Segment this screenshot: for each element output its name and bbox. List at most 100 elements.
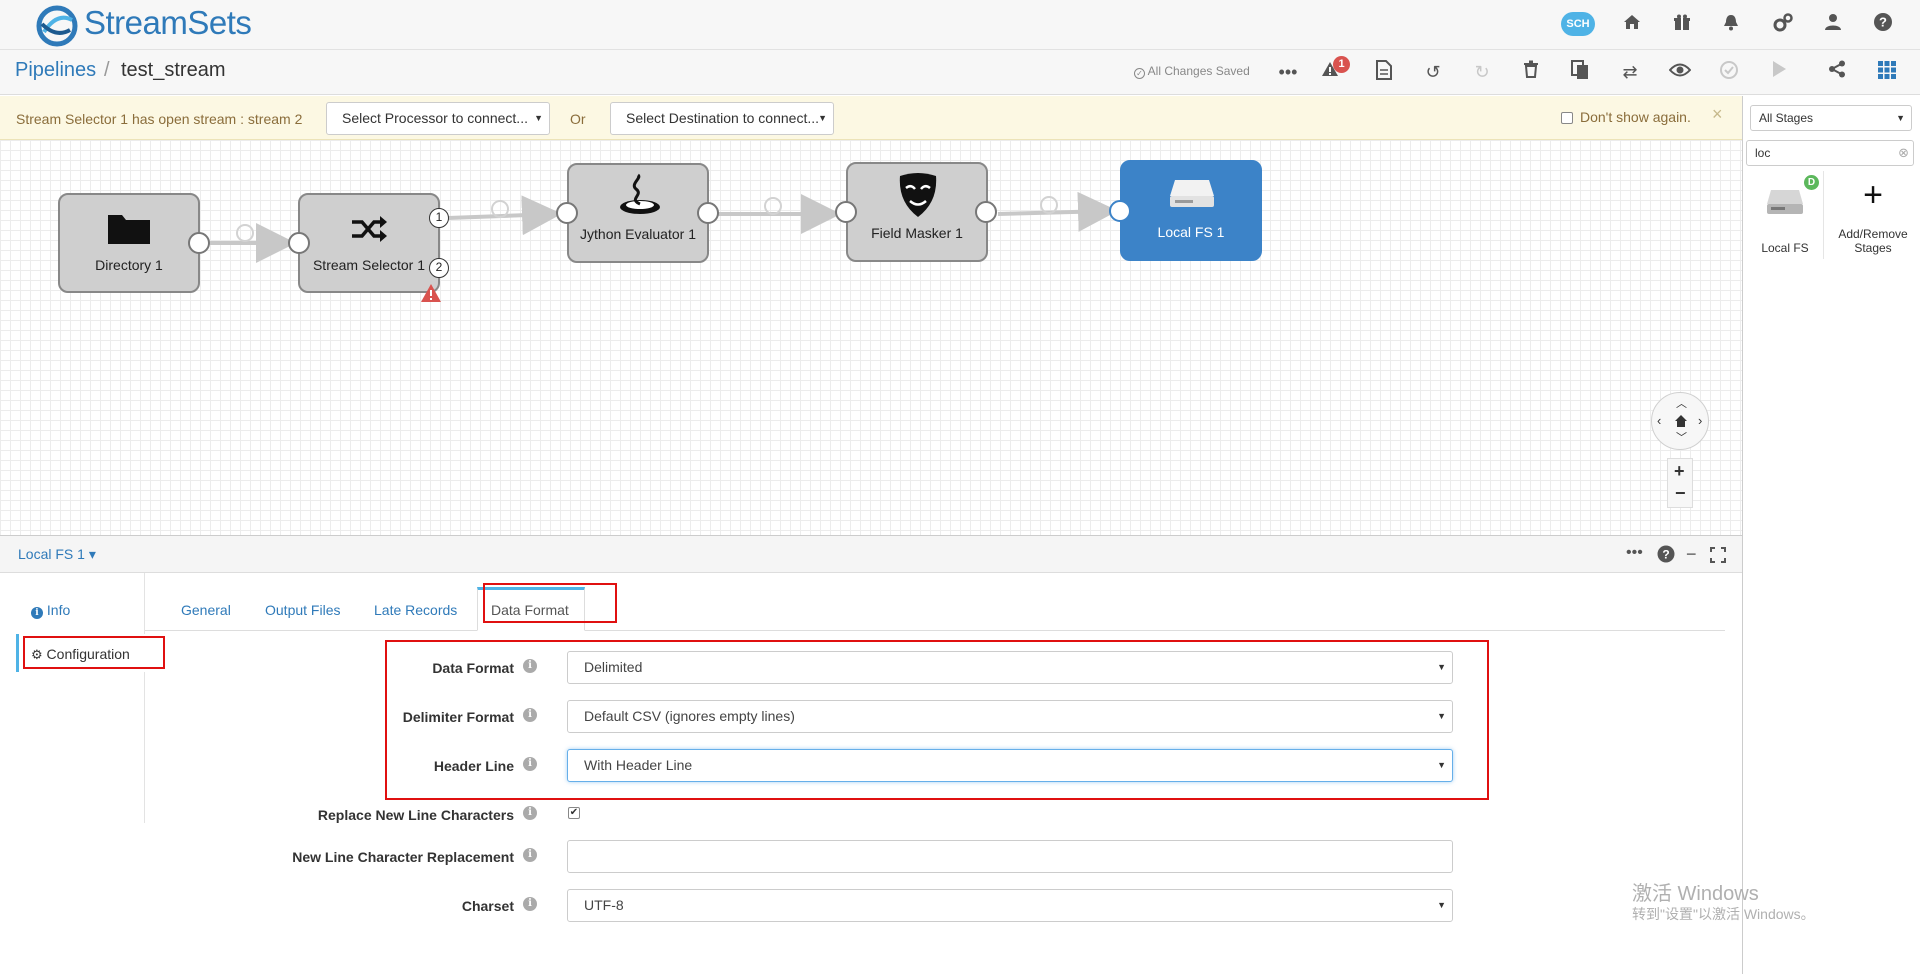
start-icon[interactable] <box>1767 60 1791 84</box>
pan-left-icon[interactable]: ‹ <box>1657 413 1661 428</box>
stage-filter-dropdown[interactable]: All Stages ▼ <box>1750 105 1912 131</box>
info-icon: i <box>31 607 43 619</box>
windows-activation-hint: 转到"设置"以激活 Windows。 <box>1632 906 1815 922</box>
output-port[interactable] <box>975 201 997 223</box>
info-icon[interactable]: i <box>523 897 537 911</box>
new-line-replacement-input[interactable] <box>567 840 1453 873</box>
stage-search-input[interactable]: loc ⊗ <box>1746 140 1914 166</box>
input-port[interactable] <box>1109 200 1131 222</box>
input-port[interactable] <box>835 201 857 223</box>
or-label: Or <box>570 111 586 127</box>
stage-label: Stream Selector 1 <box>312 257 426 273</box>
pan-right-icon[interactable]: › <box>1698 413 1702 428</box>
validate-icon[interactable] <box>1717 60 1741 84</box>
more-icon[interactable]: ••• <box>1276 60 1300 84</box>
output-port-2[interactable]: 2 <box>429 258 449 278</box>
stage-node-directory[interactable]: Directory 1 <box>58 193 200 293</box>
document-icon[interactable] <box>1372 60 1396 84</box>
gift-icon[interactable] <box>1669 12 1695 38</box>
shuffle-icon <box>352 216 387 242</box>
pan-up-icon[interactable]: ︿ <box>1676 395 1687 411</box>
output-port-1[interactable]: 1 <box>429 208 449 228</box>
info-icon[interactable]: i <box>523 848 537 862</box>
tab-general[interactable]: General <box>181 602 231 618</box>
help-icon[interactable]: ? <box>1870 12 1896 38</box>
share-icon[interactable] <box>1825 60 1849 84</box>
stage-label: Jython Evaluator 1 <box>580 226 696 242</box>
alert-count-badge[interactable]: 1 <box>1333 56 1350 73</box>
stage-config-header <box>0 535 1742 573</box>
zoom-control: + − <box>1667 458 1693 508</box>
redo-icon[interactable]: ↻ <box>1470 60 1494 84</box>
caret-down-icon: ▼ <box>1896 113 1905 123</box>
sch-cloud-icon[interactable]: SCH <box>1561 12 1595 36</box>
tab-output-files[interactable]: Output Files <box>265 602 340 618</box>
shuffle-icon[interactable]: ⇄ <box>1618 60 1642 84</box>
windows-activation-watermark: 激活 Windows <box>1632 883 1759 905</box>
maximize-icon[interactable] <box>1710 547 1726 563</box>
tab-late-records[interactable]: Late Records <box>374 602 457 618</box>
nav-info[interactable]: i Info <box>31 602 70 619</box>
add-remove-stages-tile[interactable]: + Add/Remove Stages <box>1828 171 1918 259</box>
grid-icon[interactable] <box>1875 60 1899 84</box>
save-status-text: All Changes Saved <box>1147 64 1250 78</box>
hard-drive-icon <box>1767 190 1803 214</box>
stage-node-local-fs[interactable]: Local FS 1 <box>1120 160 1262 261</box>
pan-down-icon[interactable]: ﹀ <box>1676 429 1687 445</box>
check-circle-icon: ✓ <box>1134 68 1145 79</box>
error-warning-icon[interactable] <box>420 283 442 303</box>
hard-drive-icon <box>1170 180 1214 207</box>
stage-node-jython-evaluator[interactable]: Jython Evaluator 1 <box>567 163 709 263</box>
copy-icon[interactable] <box>1568 60 1592 84</box>
home-icon[interactable] <box>1619 12 1645 38</box>
gears-icon[interactable] <box>1770 12 1796 38</box>
config-left-nav <box>0 573 145 823</box>
select-processor-dropdown[interactable]: Select Processor to connect... ▼ <box>326 102 550 135</box>
zoom-out-icon[interactable]: − <box>1675 483 1686 504</box>
field-label-charset: Charset <box>461 898 514 914</box>
output-port[interactable] <box>697 202 719 224</box>
close-warning-icon[interactable]: × <box>1712 104 1723 125</box>
mask-icon <box>899 173 937 217</box>
user-icon[interactable] <box>1820 12 1846 38</box>
caret-down-icon: ▼ <box>818 113 827 123</box>
select-processor-value: Select Processor to connect... <box>342 110 528 126</box>
preview-icon[interactable] <box>1668 60 1692 84</box>
clear-search-icon[interactable]: ⊗ <box>1898 141 1909 165</box>
replace-new-line-checkbox[interactable]: ✔ <box>568 807 580 819</box>
stage-node-stream-selector[interactable]: Stream Selector 1 <box>298 193 440 293</box>
caret-down-icon: ▼ <box>534 113 543 123</box>
stage-node-field-masker[interactable]: Field Masker 1 <box>846 162 988 262</box>
app-logo-text[interactable]: StreamSets <box>84 4 252 42</box>
zoom-in-icon[interactable]: + <box>1674 461 1685 482</box>
stage-search-value: loc <box>1755 146 1771 160</box>
charset-select[interactable]: UTF-8 ▼ <box>567 889 1453 922</box>
bell-icon[interactable] <box>1718 12 1744 38</box>
highlight-configuration <box>23 636 165 669</box>
dont-show-label[interactable]: Don't show again. <box>1580 109 1691 125</box>
pan-home-icon[interactable] <box>1674 414 1688 428</box>
breadcrumb-pipelines-link[interactable]: Pipelines <box>15 59 96 82</box>
info-icon[interactable]: i <box>523 806 537 820</box>
pan-control[interactable]: ︿ ﹀ ‹ › <box>1651 392 1709 450</box>
dont-show-checkbox[interactable] <box>1561 112 1573 124</box>
output-port[interactable] <box>188 232 210 254</box>
select-destination-dropdown[interactable]: Select Destination to connect... ▼ <box>610 102 834 135</box>
minimize-icon[interactable]: − <box>1686 544 1697 565</box>
input-port[interactable] <box>556 202 578 224</box>
pipeline-title: test_stream <box>121 59 226 81</box>
more-icon[interactable]: ••• <box>1626 544 1643 562</box>
delete-icon[interactable] <box>1519 60 1543 84</box>
warning-message: Stream Selector 1 has open stream : stre… <box>16 111 303 127</box>
field-label-new-line-replacement: New Line Character Replacement <box>292 849 514 865</box>
svg-text:?: ? <box>1662 548 1669 562</box>
help-icon[interactable]: ? <box>1657 545 1675 563</box>
folder-icon <box>108 215 150 244</box>
undo-icon[interactable]: ↺ <box>1421 60 1445 84</box>
stage-tile-label: Local FS <box>1761 241 1809 255</box>
stage-selector-dropdown[interactable]: Local FS 1 ▾ <box>18 546 96 563</box>
streamsets-logo-icon[interactable] <box>34 2 80 48</box>
charset-value: UTF-8 <box>584 897 624 913</box>
highlight-format-fields <box>385 640 1489 800</box>
input-port[interactable] <box>288 232 310 254</box>
